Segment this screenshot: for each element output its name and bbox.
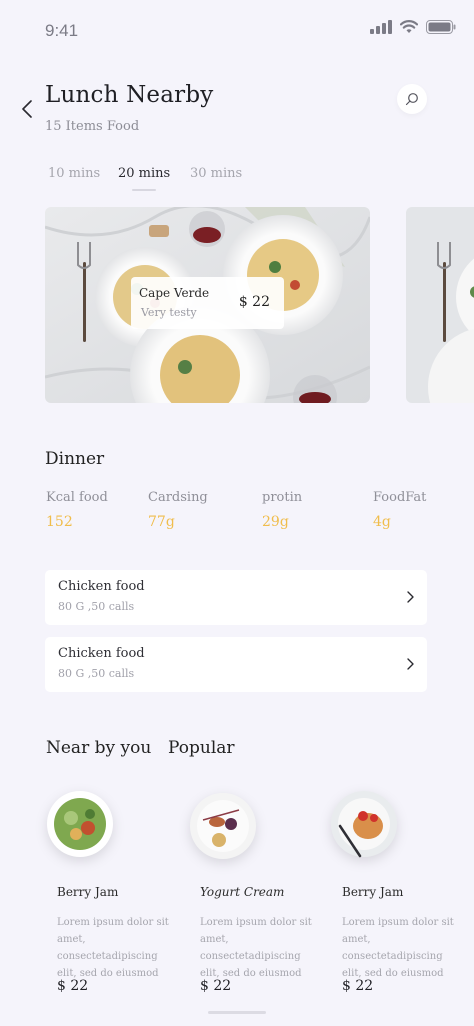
page-subtitle: 15 Items Food: [45, 119, 140, 134]
signal-icon: [370, 20, 392, 34]
dish-price: $ 22: [342, 978, 374, 994]
stat-label-kcal: Kcal food: [46, 490, 108, 505]
tab-10-mins[interactable]: 10 mins: [48, 166, 100, 181]
dish-price: $ 22: [200, 978, 232, 994]
stat-label-foodfat: FoodFat: [373, 490, 427, 505]
featured-name: Cape Verde: [139, 286, 210, 300]
home-indicator: [208, 1011, 266, 1014]
stat-value-protin: 29g: [262, 514, 289, 530]
chevron-right-icon: [407, 591, 414, 603]
dish-description: Lorem ipsum dolor sit amet, consectetadi…: [342, 917, 454, 979]
wifi-icon: [400, 20, 418, 33]
dish-image: [190, 793, 256, 859]
tab-20-mins[interactable]: 20 mins: [118, 166, 170, 181]
tab-near-by-you[interactable]: Near by you: [46, 738, 151, 758]
food-row-meta: 80 G ,50 calls: [58, 667, 135, 680]
search-button[interactable]: [397, 84, 427, 114]
status-icons: [370, 20, 456, 34]
stat-label-cardsing: Cardsing: [148, 490, 208, 505]
featured-price: $ 22: [238, 294, 270, 310]
status-time: 9:41: [45, 21, 79, 40]
dish-image: [331, 791, 397, 858]
nearby-item[interactable]: [330, 790, 450, 862]
food-row-name: Chicken food: [58, 646, 145, 661]
food-row[interactable]: Chicken food 80 G ,50 calls: [45, 570, 427, 625]
dish-name: Berry Jam: [57, 885, 119, 899]
dish-description: Lorem ipsum dolor sit amet, consectetadi…: [200, 917, 312, 979]
dish-description: Lorem ipsum dolor sit amet, consectetadi…: [57, 917, 169, 979]
search-icon: [405, 93, 418, 106]
nearby-item[interactable]: [46, 790, 166, 862]
tab-active-indicator: [132, 189, 156, 191]
dish-price: $ 22: [57, 978, 89, 994]
chevron-right-icon: [407, 658, 414, 670]
stat-value-kcal: 152: [46, 514, 73, 530]
dish-name: Berry Jam: [342, 885, 404, 899]
stat-value-cardsing: 77g: [148, 514, 175, 530]
food-row-meta: 80 G ,50 calls: [58, 600, 135, 613]
tab-popular[interactable]: Popular: [168, 738, 235, 758]
food-row-name: Chicken food: [58, 579, 145, 594]
nearby-item[interactable]: [189, 792, 309, 864]
next-food-image[interactable]: [406, 207, 474, 403]
dinner-title: Dinner: [45, 449, 105, 469]
featured-price-card[interactable]: Cape Verde Very testy $ 22: [131, 277, 284, 329]
stat-value-foodfat: 4g: [373, 514, 391, 530]
stat-label-protin: protin: [262, 490, 303, 505]
food-row[interactable]: Chicken food 80 G ,50 calls: [45, 637, 427, 692]
featured-description: Very testy: [141, 306, 197, 319]
page-title: Lunch Nearby: [45, 82, 214, 108]
battery-icon: [426, 20, 456, 34]
dish-image: [47, 791, 113, 857]
back-button[interactable]: [16, 96, 38, 122]
tab-30-mins[interactable]: 30 mins: [190, 166, 242, 181]
back-arrow-icon: [22, 100, 32, 118]
dish-name: Yogurt Cream: [200, 885, 285, 899]
